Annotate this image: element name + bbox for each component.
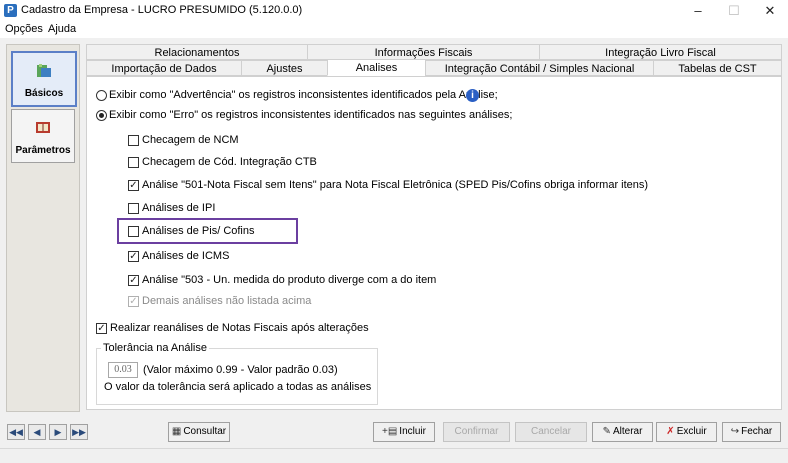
book-icon — [36, 122, 50, 133]
incluir-button[interactable]: +▤ Incluir — [373, 422, 435, 442]
maximize-icon[interactable]: ☐ — [716, 0, 752, 22]
sidebar-item-parametros[interactable]: Parâmetros — [11, 109, 75, 163]
checkbox-pis-cofins[interactable] — [128, 226, 139, 237]
checkbox-demais-analises-label: Demais análises não listada acima — [142, 295, 312, 307]
exit-icon: ↪ — [730, 426, 740, 437]
tab-tabelas-cst[interactable]: Tabelas de CST — [653, 60, 782, 76]
edit-icon: ✎ — [602, 426, 611, 437]
incluir-label: Incluir — [399, 426, 426, 437]
sidebar: Básicos Parâmetros — [6, 44, 80, 412]
checkbox-reanalise-label: Realizar reanálises de Notas Fiscais apó… — [110, 322, 369, 334]
checkbox-analise-503[interactable]: ✓ — [128, 275, 139, 286]
checkbox-ncm[interactable] — [128, 135, 139, 146]
tab-informacoes-fiscais[interactable]: Informações Fiscais — [307, 44, 540, 60]
status-bar — [0, 448, 788, 463]
tab-importacao-dados[interactable]: Importação de Dados — [86, 60, 242, 76]
cancelar-button: Cancelar — [515, 422, 587, 442]
window-title: Cadastro da Empresa - LUCRO PRESUMIDO (5… — [21, 4, 303, 16]
consultar-button[interactable]: ▦ Consultar — [168, 422, 230, 442]
radio-advertencia[interactable] — [96, 90, 107, 101]
next-record-button[interactable]: ▶ — [49, 424, 67, 440]
sidebar-item-label: Parâmetros — [15, 145, 71, 156]
confirmar-label: Confirmar — [454, 426, 499, 437]
tolerancia-note: O valor da tolerância será aplicado a to… — [104, 381, 372, 393]
checkbox-analise-503-label: Análise "503 - Un. medida do produto div… — [142, 274, 437, 286]
tolerancia-title: Tolerância na Análise — [101, 342, 209, 354]
tolerancia-hint: (Valor máximo 0.99 - Valor padrão 0.03) — [143, 364, 338, 376]
menu-bar: Opções Ajuda — [0, 22, 788, 38]
title-bar: P Cadastro da Empresa - LUCRO PRESUMIDO … — [0, 0, 788, 22]
alterar-button[interactable]: ✎ Alterar — [592, 422, 653, 442]
fechar-label: Fechar — [741, 426, 773, 437]
alterar-label: Alterar — [612, 426, 643, 437]
tab-analises[interactable]: Analises — [327, 59, 426, 76]
checkbox-ipi[interactable] — [128, 203, 139, 214]
close-icon[interactable]: ✕ — [752, 0, 788, 22]
grid-icon: ▦ — [171, 426, 182, 437]
delete-icon: ✗ — [666, 426, 675, 437]
checkbox-ncm-label: Checagem de NCM — [142, 134, 239, 146]
last-record-button[interactable]: ▶▶ — [70, 424, 88, 440]
checkbox-ipi-label: Análises de IPI — [142, 202, 216, 214]
radio-erro[interactable] — [96, 110, 107, 121]
app-icon: P — [4, 4, 17, 17]
minimize-icon[interactable]: – — [680, 0, 716, 22]
tab-ajustes[interactable]: Ajustes — [241, 60, 328, 76]
excluir-button[interactable]: ✗ Excluir — [656, 422, 717, 442]
tolerancia-group — [96, 348, 378, 405]
checkbox-cod-integracao[interactable] — [128, 157, 139, 168]
menu-opcoes[interactable]: Opções — [5, 23, 43, 35]
tolerancia-input[interactable]: 0.03 — [108, 362, 138, 378]
consultar-label: Consultar — [183, 426, 227, 437]
sidebar-item-basicos[interactable]: Básicos — [11, 51, 77, 107]
tree-icon — [37, 64, 51, 77]
menu-ajuda[interactable]: Ajuda — [48, 23, 76, 35]
radio-advertencia-label: Exibir como "Advertência" os registros i… — [109, 89, 498, 101]
checkbox-analise-501[interactable]: ✓ — [128, 180, 139, 191]
excluir-label: Excluir — [676, 426, 707, 437]
confirmar-button: Confirmar — [443, 422, 510, 442]
first-record-button[interactable]: ◀◀ — [7, 424, 25, 440]
sidebar-item-label: Básicos — [24, 88, 64, 99]
checkbox-icms[interactable]: ✓ — [128, 251, 139, 262]
checkbox-demais-analises: ✓ — [128, 296, 139, 307]
checkbox-icms-label: Análises de ICMS — [142, 250, 230, 262]
tab-relacionamentos[interactable]: Relacionamentos — [86, 44, 308, 60]
checkbox-pis-cofins-label: Análises de Pis/ Cofins — [142, 225, 255, 237]
fechar-button[interactable]: ↪ Fechar — [722, 422, 781, 442]
info-icon[interactable]: i — [466, 89, 479, 102]
tab-integracao-livro-fiscal[interactable]: Integração Livro Fiscal — [539, 44, 782, 60]
add-icon: +▤ — [382, 426, 398, 437]
checkbox-cod-integracao-label: Checagem de Cód. Integração CTB — [142, 156, 317, 168]
cancelar-label: Cancelar — [530, 426, 572, 437]
radio-erro-label: Exibir como "Erro" os registros inconsis… — [109, 109, 513, 121]
tab-integracao-contabil[interactable]: Integração Contábil / Simples Nacional — [425, 60, 654, 76]
checkbox-analise-501-label: Análise "501-Nota Fiscal sem Itens" para… — [142, 179, 649, 191]
checkbox-reanalise[interactable]: ✓ — [96, 323, 107, 334]
prev-record-button[interactable]: ◀ — [28, 424, 46, 440]
